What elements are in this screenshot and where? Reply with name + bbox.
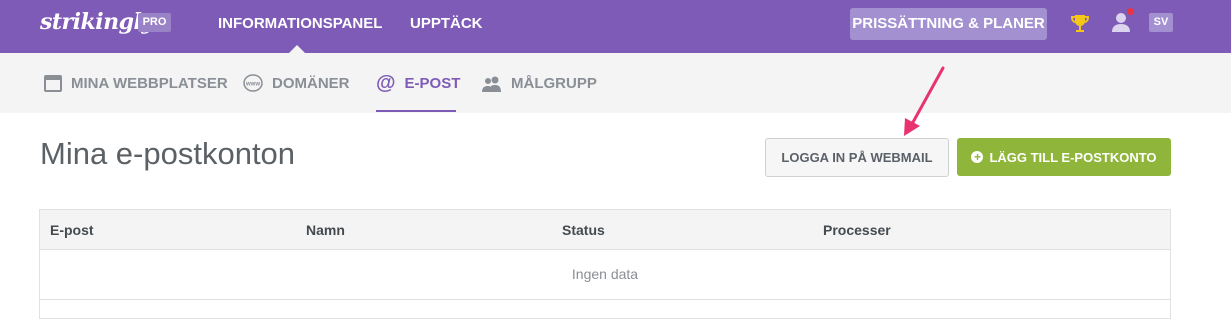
strikingly-logo[interactable]: strikingly <box>40 9 154 35</box>
tab-e-post[interactable]: @ E-POST <box>376 53 460 113</box>
add-email-account-label: LÄGG TILL E-POSTKONTO <box>989 149 1157 165</box>
tab-label: E-POST <box>404 74 461 92</box>
www-globe-icon: www <box>243 74 263 92</box>
pricing-plans-button[interactable]: PRISSÄTTNING & PLANER <box>850 8 1047 40</box>
at-sign-icon: @ <box>376 71 396 94</box>
pro-badge: PRO <box>138 13 171 32</box>
top-navigation-bar: strikingly PRO INFORMATIONSPANEL UPPTÄCK… <box>0 0 1231 53</box>
notification-dot <box>1127 8 1134 15</box>
people-icon <box>482 75 502 92</box>
email-accounts-table: E-post Namn Status Processer Ingen data <box>39 209 1171 319</box>
nav-informationspanel[interactable]: INFORMATIONSPANEL <box>218 15 382 32</box>
webmail-login-button[interactable]: LOGGA IN PÅ WEBMAIL <box>765 138 949 177</box>
browser-window-icon <box>44 74 62 92</box>
empty-table-message: Ingen data <box>571 266 639 282</box>
active-tab-underline <box>376 110 456 112</box>
trophy-icon[interactable] <box>1069 12 1091 34</box>
language-selector[interactable]: SV <box>1149 13 1173 32</box>
svg-text:www: www <box>245 82 260 88</box>
add-email-account-button[interactable]: + LÄGG TILL E-POSTKONTO <box>957 138 1171 176</box>
table-divider <box>40 299 1170 300</box>
tab-mina-webbplatser[interactable]: MINA WEBBPLATSER <box>44 53 228 113</box>
tab-label: MÅLGRUPP <box>511 74 597 92</box>
page-title: Mina e-postkonton <box>40 136 296 171</box>
tab-label: DOMÄNER <box>272 74 350 92</box>
column-header-email[interactable]: E-post <box>50 222 94 238</box>
nav-upptack[interactable]: UPPTÄCK <box>410 15 483 32</box>
plus-circle-icon: + <box>971 151 984 163</box>
tab-label: MINA WEBBPLATSER <box>71 74 228 92</box>
active-nav-caret <box>289 45 305 53</box>
sub-navigation-bar: MINA WEBBPLATSER www DOMÄNER @ E-POST MÅ… <box>0 53 1231 113</box>
column-header-status[interactable]: Status <box>562 222 605 238</box>
column-header-name[interactable]: Namn <box>306 222 345 238</box>
tab-malgrupp[interactable]: MÅLGRUPP <box>482 53 597 113</box>
column-header-processes[interactable]: Processer <box>823 222 891 238</box>
table-header: E-post Namn Status Processer <box>40 210 1170 250</box>
tab-domaner[interactable]: www DOMÄNER <box>243 53 350 113</box>
